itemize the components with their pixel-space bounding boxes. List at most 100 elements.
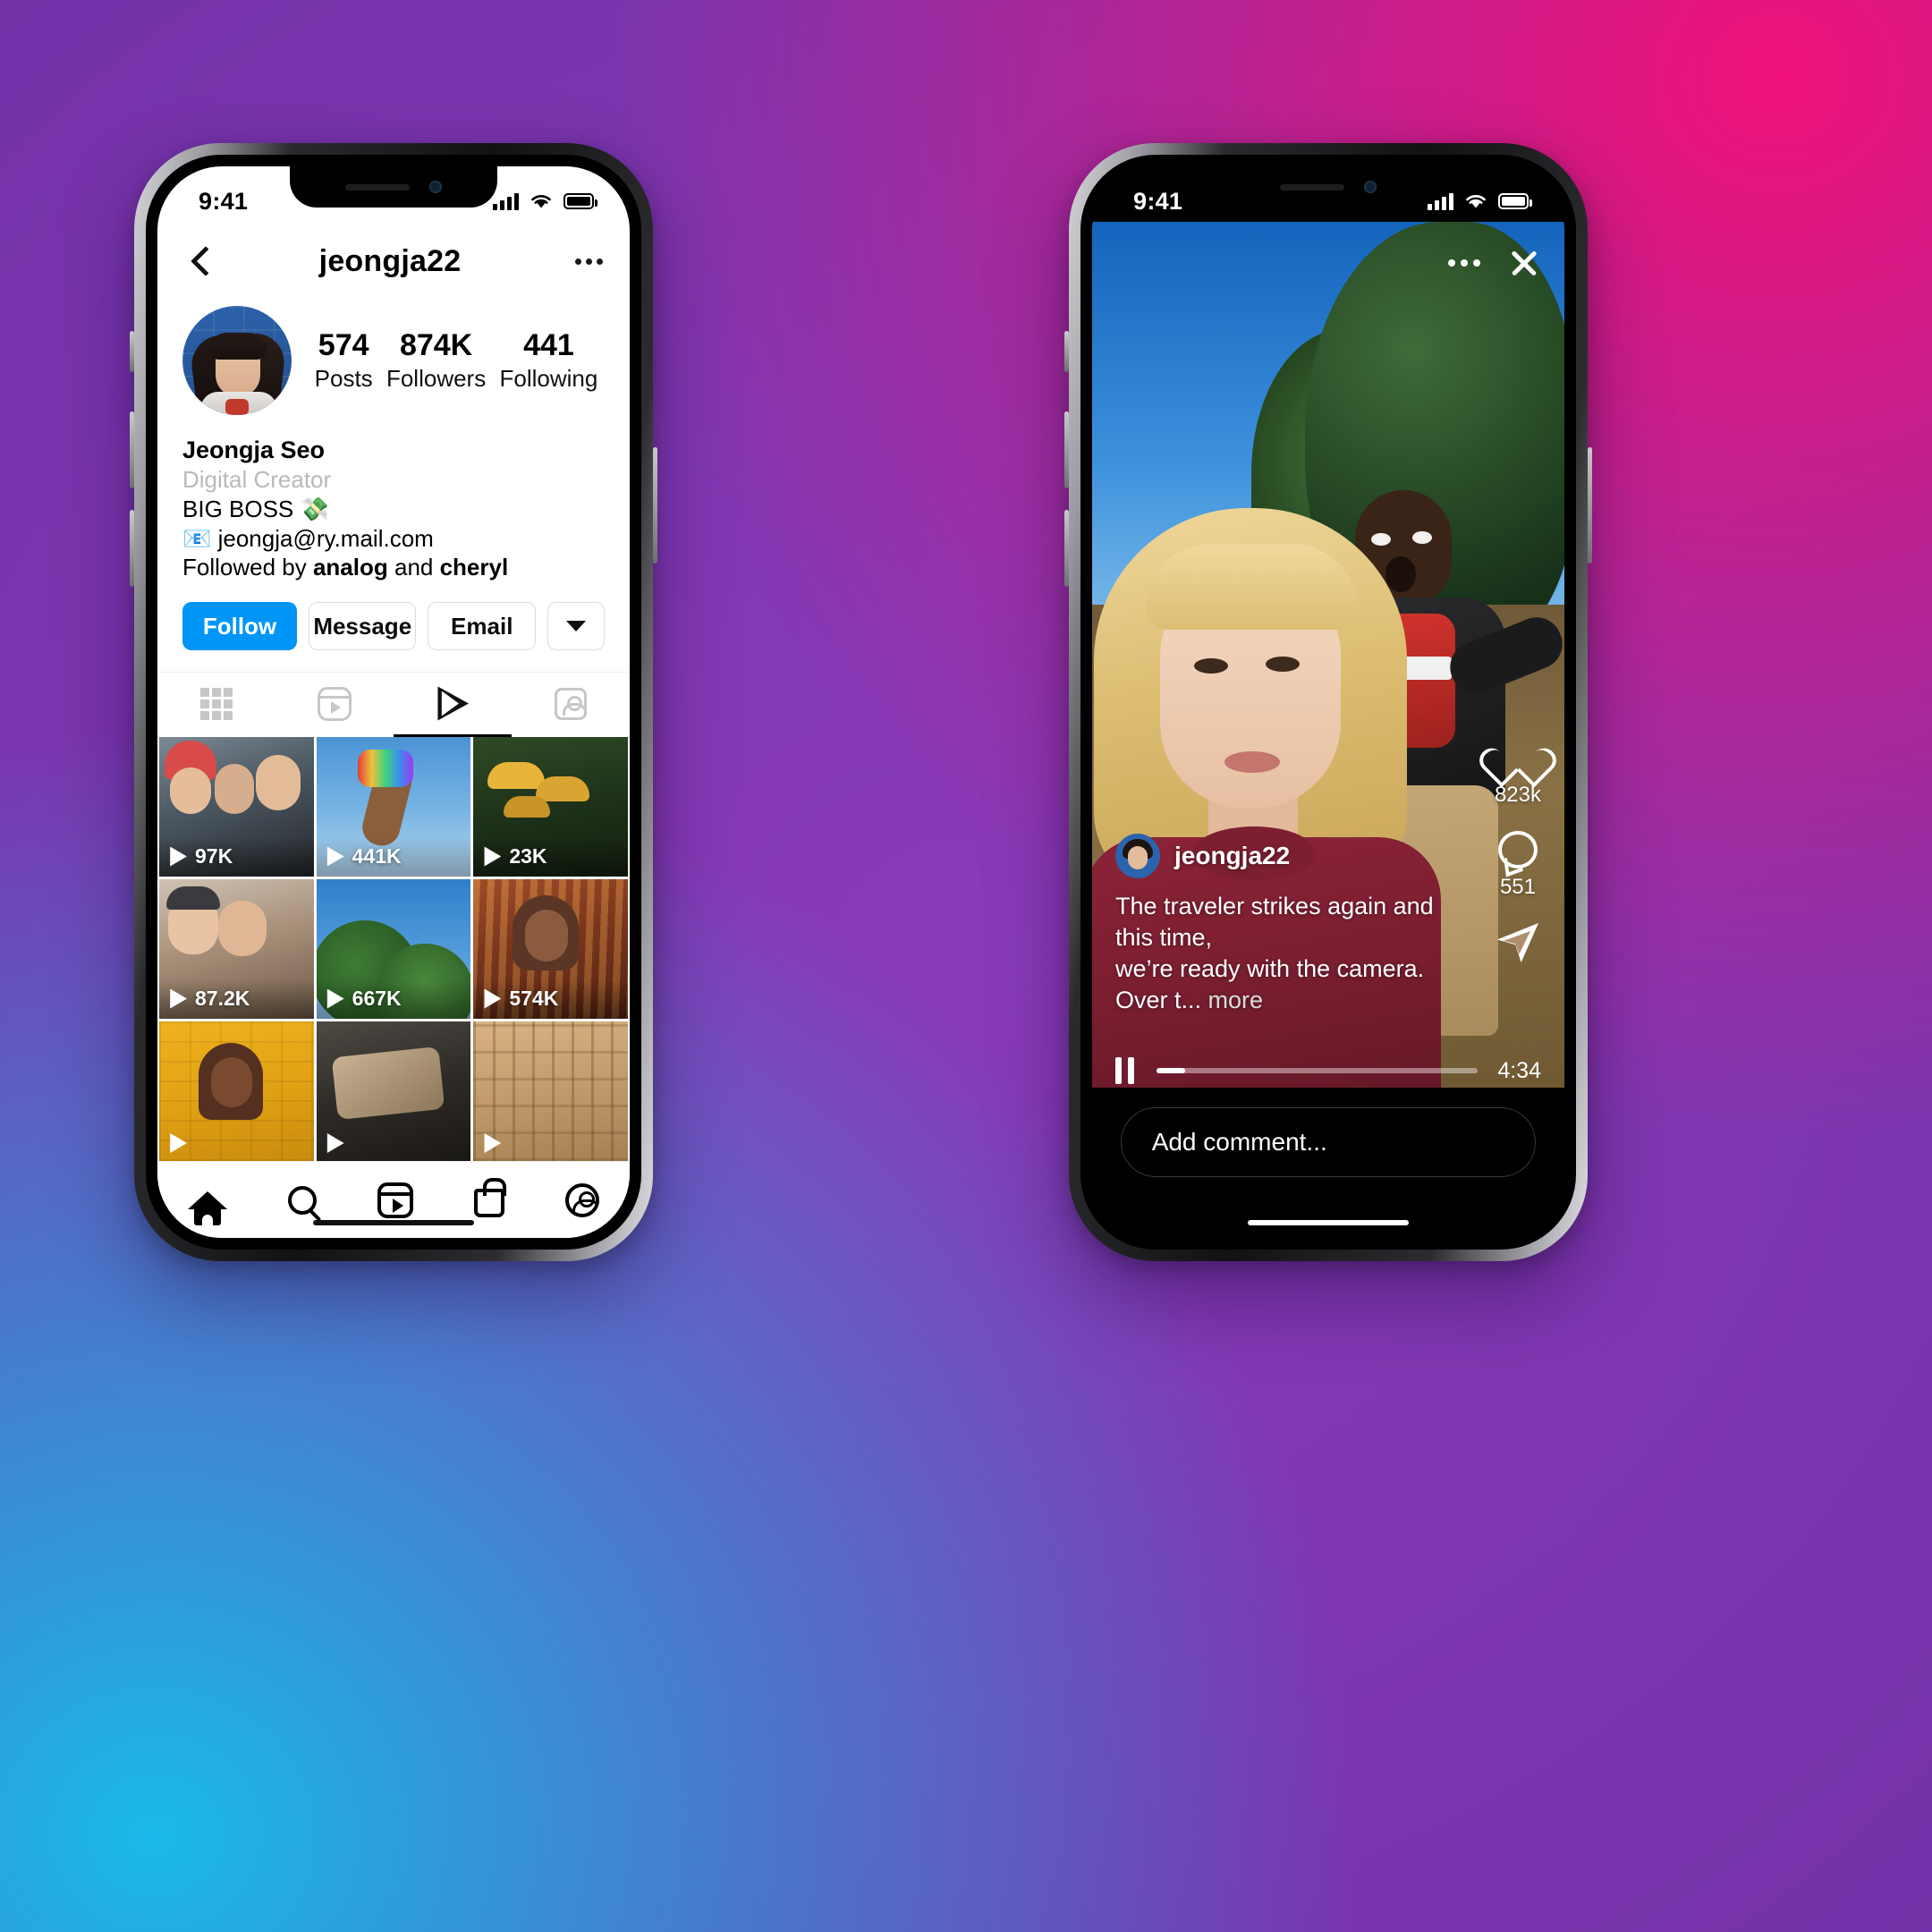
caption-line-1: The traveler strikes again and this time… <box>1115 892 1434 951</box>
play-icon <box>326 989 344 1009</box>
more-options-icon[interactable] <box>564 258 603 265</box>
grid-item[interactable]: 87.2K <box>159 879 314 1019</box>
profile-stats: 574 Posts 874K Followers 441 Following <box>292 328 605 393</box>
back-chevron-icon[interactable] <box>184 245 216 277</box>
left-screen: 9:41 jeongja22 574 Posts 874K Followers … <box>157 166 630 1238</box>
grid-item[interactable]: 97K <box>159 737 314 877</box>
follow-button[interactable]: Follow <box>182 602 297 651</box>
home-indicator[interactable] <box>1248 1220 1409 1225</box>
reel-author[interactable]: jeongja22 <box>1115 833 1448 878</box>
following-count: 441 <box>523 327 574 362</box>
comment-bar: Add comment... <box>1092 1088 1564 1238</box>
followed-by-first[interactable]: analog <box>313 554 388 580</box>
profile-tabs <box>157 672 630 738</box>
mute-switch[interactable] <box>1064 331 1069 372</box>
nav-shop[interactable] <box>474 1177 506 1217</box>
play-icon <box>169 1133 187 1153</box>
igtv-play-icon <box>436 687 469 721</box>
like-action[interactable]: 823k <box>1495 737 1541 808</box>
volume-up-button[interactable] <box>130 411 134 488</box>
reel-username: jeongja22 <box>1174 841 1291 869</box>
play-icon <box>326 1133 344 1153</box>
followers-count: 874K <box>399 327 473 362</box>
posts-label: Posts <box>314 364 373 392</box>
avatar[interactable] <box>182 306 292 415</box>
volume-down-button[interactable] <box>1064 510 1069 587</box>
earpiece-speaker <box>1280 183 1344 191</box>
email-button[interactable]: Email <box>428 602 536 651</box>
nav-profile[interactable] <box>565 1182 599 1217</box>
video-person-front <box>1092 508 1459 1134</box>
grid-item[interactable]: 23K <box>473 737 628 877</box>
notch <box>290 166 497 208</box>
grid-item[interactable] <box>473 1021 628 1161</box>
pause-icon[interactable] <box>1115 1057 1137 1084</box>
profile-nav: jeongja22 <box>157 220 630 302</box>
nav-home[interactable] <box>188 1191 227 1225</box>
status-time: 9:41 <box>199 187 249 215</box>
followed-by: Followed by analog and cheryl <box>182 553 605 582</box>
engagement-rail: 823k 551 <box>1495 737 1541 962</box>
close-icon[interactable] <box>1505 245 1541 281</box>
reels-icon <box>317 686 352 721</box>
stat-following[interactable]: 441 Following <box>500 328 598 393</box>
home-icon <box>188 1191 227 1225</box>
volume-up-button[interactable] <box>1064 411 1069 488</box>
media-grid: 97K 441K 23K 87.2K 667K 574K <box>157 737 630 1161</box>
progress-track[interactable] <box>1157 1068 1479 1073</box>
tab-grid[interactable] <box>157 673 275 737</box>
front-camera <box>1364 181 1377 193</box>
home-indicator[interactable] <box>313 1220 474 1225</box>
power-button[interactable] <box>653 447 657 564</box>
progress-fill <box>1157 1068 1186 1073</box>
right-screen: 9:41 823k 551 jeongja22 The traveler str… <box>1092 166 1564 1238</box>
grid-item[interactable] <box>159 1021 314 1161</box>
heart-icon <box>1497 737 1538 776</box>
mute-switch[interactable] <box>130 331 134 372</box>
nav-search[interactable] <box>288 1185 317 1215</box>
more-actions-button[interactable] <box>547 602 605 651</box>
tab-tagged[interactable] <box>512 673 630 737</box>
followed-by-mid: and <box>387 554 440 581</box>
grid-item[interactable]: 574K <box>473 879 628 1019</box>
video-player[interactable]: 823k 551 jeongja22 The traveler strikes … <box>1092 222 1564 1134</box>
followed-by-second[interactable]: cheryl <box>440 554 509 580</box>
profile-category: Digital Creator <box>182 466 332 494</box>
following-label: Following <box>499 364 598 392</box>
tab-igtv[interactable] <box>394 673 512 738</box>
profile-icon <box>565 1182 599 1217</box>
wifi-icon <box>1466 195 1486 208</box>
message-button[interactable]: Message <box>308 602 417 651</box>
display-name: Jeongja Seo <box>182 436 326 463</box>
more-options-icon[interactable] <box>1448 259 1480 267</box>
grid-item[interactable]: 667K <box>316 879 471 1019</box>
play-icon <box>169 847 187 867</box>
volume-down-button[interactable] <box>130 510 134 587</box>
share-action[interactable] <box>1497 923 1538 962</box>
earpiece-speaker <box>345 183 410 191</box>
reel-screen: 823k 551 jeongja22 The traveler strikes … <box>1092 166 1564 1238</box>
comment-count: 551 <box>1499 875 1536 899</box>
power-button[interactable] <box>1588 447 1592 564</box>
page-title: jeongja22 <box>318 243 462 278</box>
caption-more-link[interactable]: more <box>1208 987 1264 1013</box>
grid-icon <box>200 687 233 720</box>
nav-reels[interactable] <box>377 1182 413 1218</box>
chevron-down-icon <box>565 621 586 632</box>
reel-caption: The traveler strikes again and this time… <box>1115 891 1448 1016</box>
grid-item[interactable]: 441K <box>316 737 471 877</box>
comment-action[interactable]: 551 <box>1497 831 1538 900</box>
play-icon <box>483 847 501 867</box>
shop-icon <box>474 1177 506 1217</box>
duration-label: 4:34 <box>1497 1057 1541 1083</box>
bio-line: BIG BOSS 💸 <box>182 495 329 522</box>
add-comment-input[interactable]: Add comment... <box>1120 1107 1537 1177</box>
tab-reels[interactable] <box>275 673 394 737</box>
comment-icon <box>1497 831 1538 869</box>
grid-item[interactable] <box>316 1021 471 1161</box>
reel-caption-block: jeongja22 The traveler strikes again and… <box>1115 833 1448 1016</box>
bottom-nav <box>157 1161 630 1238</box>
stat-followers[interactable]: 874K Followers <box>386 328 486 393</box>
stat-posts[interactable]: 574 Posts <box>315 328 373 393</box>
grid-item-views: 23K <box>483 844 547 869</box>
